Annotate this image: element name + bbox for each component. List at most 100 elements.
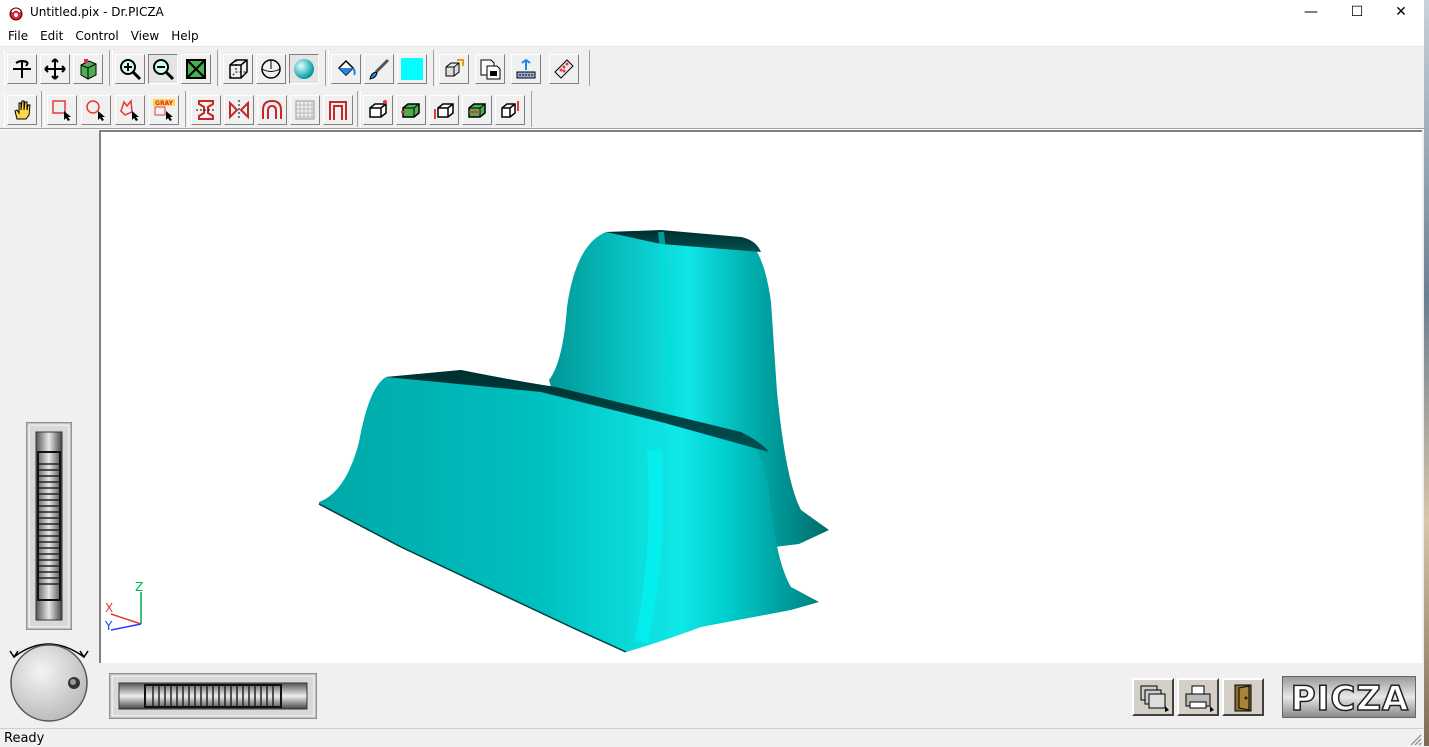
resize-grip-icon[interactable]: [1408, 732, 1422, 746]
3d-viewport[interactable]: Z X Y: [99, 130, 1422, 663]
toolbar-group-zoom: [112, 50, 218, 86]
shaded-sphere-icon: [294, 59, 314, 79]
menu-control[interactable]: Control: [69, 26, 124, 46]
color-swatch-button[interactable]: [397, 54, 427, 84]
menu-edit[interactable]: Edit: [34, 26, 69, 46]
main-toolbar: [0, 48, 1424, 88]
rectangle-select-icon: [52, 100, 71, 121]
desktop-edge: [1424, 0, 1429, 746]
toolbar-group-render: [220, 50, 326, 86]
edit-points-button[interactable]: [549, 54, 579, 84]
maximize-button[interactable]: ☐: [1334, 0, 1380, 26]
gray-select-button[interactable]: GRAY: [149, 95, 179, 125]
multi-object-button[interactable]: [439, 54, 469, 84]
gray-select-icon: GRAY: [153, 99, 175, 121]
status-text: Ready: [4, 731, 45, 746]
box-icon-4: [468, 103, 486, 118]
lasso-select-button[interactable]: [115, 95, 145, 125]
rotate-icon: [13, 60, 31, 78]
exit-button[interactable]: [1222, 678, 1264, 716]
menu-bar: File Edit Control View Help: [0, 26, 1424, 47]
toolbar-group-hand: [4, 91, 42, 127]
box-icon-2: [401, 103, 420, 118]
printer-icon: [1185, 685, 1214, 712]
left-control-panel: [0, 130, 99, 725]
paint-bucket-icon: [337, 59, 356, 77]
lasso-select-icon: [120, 99, 139, 121]
toolbar-group-tools: [436, 50, 590, 86]
box-tool-1-button[interactable]: [363, 95, 393, 125]
menu-help[interactable]: Help: [165, 26, 204, 46]
window-title: Untitled.pix - Dr.PICZA: [30, 5, 164, 19]
vertical-zoom-wheel[interactable]: [26, 422, 72, 630]
mirror-button[interactable]: [224, 95, 254, 125]
scan-button[interactable]: [511, 54, 541, 84]
gray-badge-text: GRAY: [155, 100, 174, 107]
axis-label-y: Y: [105, 619, 113, 633]
cut-section-button[interactable]: [191, 95, 221, 125]
copy-view-button[interactable]: [1132, 678, 1174, 716]
box-tool-3-button[interactable]: [429, 95, 459, 125]
brush-icon: [369, 58, 390, 80]
box-icon-3: [434, 103, 454, 119]
arch-icon: [262, 99, 282, 119]
toolbar-group-paint: [328, 50, 434, 86]
wireframe-view-button[interactable]: [223, 54, 253, 84]
hand-tool-button[interactable]: [7, 95, 37, 125]
status-bar: Ready: [0, 728, 1429, 747]
frame-button[interactable]: [323, 95, 353, 125]
texture-box-icon: [80, 59, 97, 80]
print-button[interactable]: [1177, 678, 1219, 716]
ellipse-select-button[interactable]: [81, 95, 111, 125]
app-icon: [9, 7, 23, 21]
move-icon: [44, 58, 66, 80]
axis-gizmo: Z X Y: [105, 580, 143, 633]
box-tool-4-button[interactable]: [462, 95, 492, 125]
cut-section-icon: [196, 100, 216, 120]
paint-bucket-button[interactable]: [331, 54, 361, 84]
zoom-in-icon: [120, 59, 141, 80]
menu-view[interactable]: View: [125, 26, 165, 46]
close-button[interactable]: ✕: [1378, 0, 1424, 26]
wireframe-cube-icon: [229, 59, 248, 79]
shaded-view-button[interactable]: [289, 54, 319, 84]
toolbar-group-boxes: [360, 91, 532, 127]
copy-document-icon: [480, 59, 501, 80]
arch-button[interactable]: [257, 95, 287, 125]
bottom-control-panel: PICZA: [99, 663, 1424, 725]
rotate-tool-button[interactable]: [7, 54, 37, 84]
box-icon-5: [501, 101, 519, 118]
exit-door-icon: [1234, 684, 1252, 712]
texture-box-tool-button[interactable]: [73, 54, 103, 84]
zoom-fit-icon: [186, 59, 206, 79]
mirror-icon: [229, 100, 249, 120]
copy-document-button[interactable]: [475, 54, 505, 84]
grid-button[interactable]: [290, 95, 320, 125]
hidden-line-view-button[interactable]: [256, 54, 286, 84]
box-tool-5-button[interactable]: [495, 95, 525, 125]
pan-tool-button[interactable]: [40, 54, 70, 84]
brush-button[interactable]: [364, 54, 394, 84]
rectangle-select-button[interactable]: [47, 95, 77, 125]
zoom-in-button[interactable]: [115, 54, 145, 84]
zoom-out-button[interactable]: [148, 54, 178, 84]
color-swatch-icon: [401, 58, 423, 80]
zoom-out-icon: [153, 59, 174, 80]
multi-cube-icon: [445, 59, 464, 77]
rotation-knob[interactable]: [6, 637, 92, 723]
toolbar-group-section: [188, 91, 358, 127]
axis-label-x: X: [105, 601, 113, 615]
zoom-fit-button[interactable]: [181, 54, 211, 84]
picza-logo: PICZA: [1282, 676, 1416, 720]
horizontal-rotation-wheel[interactable]: [109, 673, 317, 719]
toolbar-group-select: GRAY: [44, 91, 186, 127]
3d-model-render: [318, 230, 829, 653]
minimize-button[interactable]: —: [1288, 0, 1334, 26]
frame-icon: [329, 101, 347, 120]
menu-file[interactable]: File: [2, 26, 34, 46]
title-bar: Untitled.pix - Dr.PICZA — ☐ ✕: [0, 0, 1424, 26]
picza-logo-text: PICZA: [1290, 678, 1410, 720]
hidden-line-sphere-icon: [261, 59, 281, 79]
scanner-icon: [516, 58, 536, 79]
box-tool-2-button[interactable]: [396, 95, 426, 125]
